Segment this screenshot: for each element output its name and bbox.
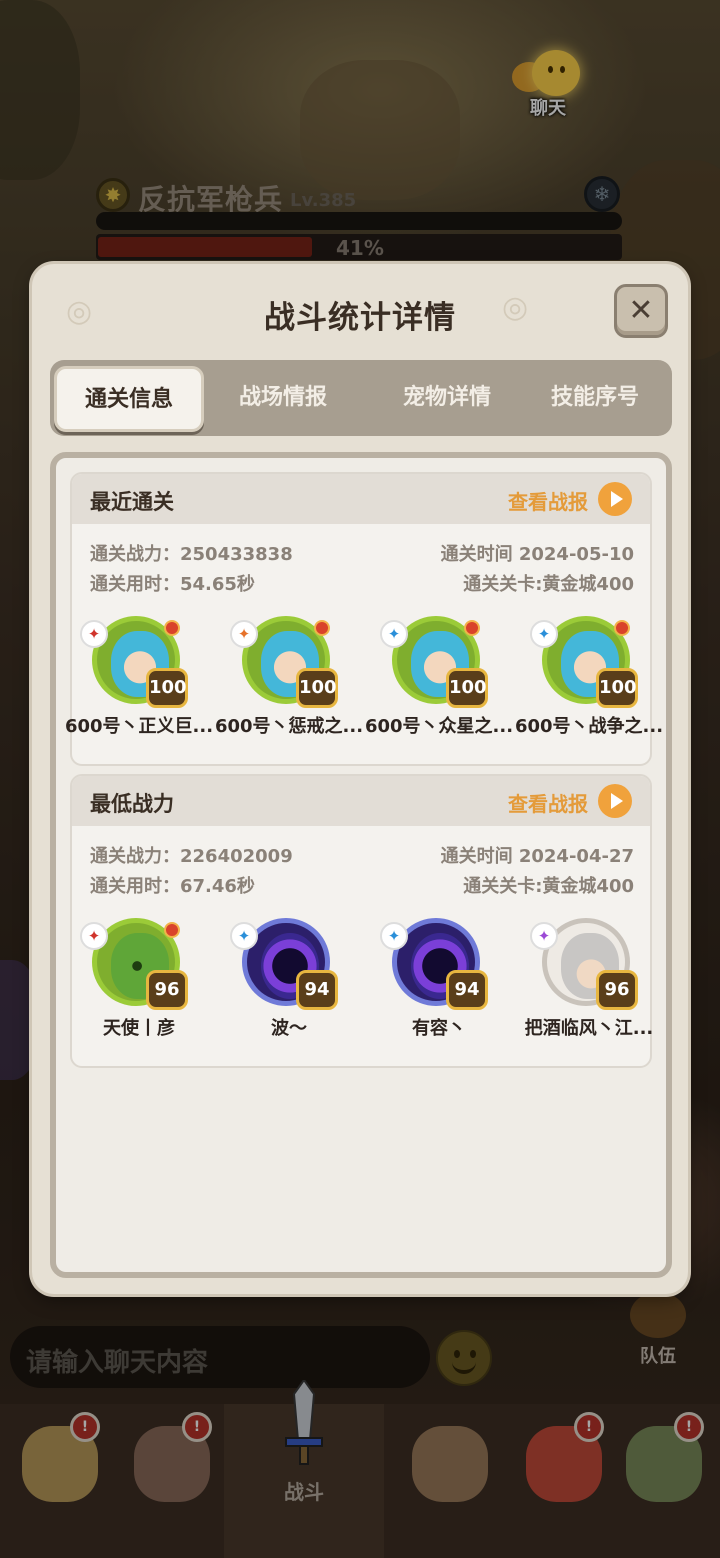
hero-slot[interactable]: ✦ 94 波～ bbox=[214, 918, 364, 1048]
hero-name: 600号丶正义巨... bbox=[64, 716, 214, 737]
hero-level: 100 bbox=[596, 668, 638, 708]
hero-level: 100 bbox=[146, 668, 188, 708]
play-arrow-icon[interactable] bbox=[598, 482, 632, 516]
tab-content-panel: 最近通关 查看战报 通关战力：250433838 通关时间 2024-05-10… bbox=[50, 452, 672, 1278]
card-title: 最近通关 bbox=[90, 490, 174, 514]
clear-duration: 通关用时：54.65秒 bbox=[90, 574, 255, 595]
close-button[interactable]: ✕ bbox=[614, 284, 668, 338]
element-icon: ✦ bbox=[530, 620, 558, 648]
hero-name: 波～ bbox=[271, 1018, 307, 1039]
element-icon: ✦ bbox=[380, 620, 408, 648]
element-icon: ✦ bbox=[530, 922, 558, 950]
hero-slot[interactable]: ✦ 96 天使丨彦 bbox=[64, 918, 214, 1048]
hero-level: 96 bbox=[596, 970, 638, 1010]
battle-stats-modal: ◎ ◎ 战斗统计详情 ✕ 通关信息 战场情报 宠物详情 技能序号 最近通关 查看… bbox=[32, 264, 688, 1294]
flag-icon bbox=[614, 620, 630, 636]
clear-power: 通关战力：226402009 bbox=[90, 846, 293, 867]
hero-name: 600号丶战争之... bbox=[514, 716, 664, 737]
hero-slot[interactable]: ✦ 100 600号丶众星之... bbox=[364, 616, 514, 746]
recent-clear-card: 最近通关 查看战报 通关战力：250433838 通关时间 2024-05-10… bbox=[65, 472, 663, 766]
tab-pet-details[interactable]: 宠物详情 bbox=[372, 360, 522, 436]
element-icon: ✦ bbox=[230, 922, 258, 950]
hero-list: ✦ 96 天使丨彦 ✦ 94 波～ ✦ 94 有容丶 ✦ 96 把酒临风丶江..… bbox=[64, 918, 664, 1048]
flag-icon bbox=[464, 620, 480, 636]
modal-title: 战斗统计详情 bbox=[264, 300, 456, 336]
hero-level: 96 bbox=[146, 970, 188, 1010]
element-icon: ✦ bbox=[230, 620, 258, 648]
tab-clear-info[interactable]: 通关信息 bbox=[54, 366, 204, 432]
clear-stage: 通关关卡:黄金城400 bbox=[463, 876, 634, 897]
tab-battlefield-intel[interactable]: 战场情报 bbox=[208, 360, 358, 436]
hero-level: 94 bbox=[296, 970, 338, 1010]
view-report-link[interactable]: 查看战报 bbox=[508, 486, 588, 515]
element-icon: ✦ bbox=[380, 922, 408, 950]
flag-icon bbox=[314, 620, 330, 636]
hero-slot[interactable]: ✦ 100 600号丶惩戒之... bbox=[214, 616, 364, 746]
hero-level: 94 bbox=[446, 970, 488, 1010]
hero-name: 有容丶 bbox=[412, 1018, 466, 1039]
hero-slot[interactable]: ✦ 100 600号丶战争之... bbox=[514, 616, 664, 746]
lowest-power-card: 最低战力 查看战报 通关战力：226402009 通关时间 2024-04-27… bbox=[70, 774, 653, 1068]
close-icon: ✕ bbox=[628, 293, 654, 328]
clear-time: 通关时间 2024-05-10 bbox=[440, 544, 634, 565]
element-icon: ✦ bbox=[80, 620, 108, 648]
clear-power: 通关战力：250433838 bbox=[90, 544, 293, 565]
tab-skill-order[interactable]: 技能序号 bbox=[520, 360, 670, 436]
tab-bar: 通关信息 战场情报 宠物详情 技能序号 bbox=[50, 360, 672, 436]
hero-level: 100 bbox=[446, 668, 488, 708]
play-arrow-icon[interactable] bbox=[598, 784, 632, 818]
clear-duration: 通关用时：67.46秒 bbox=[90, 876, 255, 897]
hero-name: 天使丨彦 bbox=[103, 1018, 175, 1039]
view-report-link[interactable]: 查看战报 bbox=[508, 788, 588, 817]
hero-level: 100 bbox=[296, 668, 338, 708]
element-icon: ✦ bbox=[80, 922, 108, 950]
clear-stage: 通关关卡:黄金城400 bbox=[463, 574, 634, 595]
hero-name: 把酒临风丶江... bbox=[524, 1018, 654, 1039]
card-title: 最低战力 bbox=[90, 792, 174, 816]
hero-slot[interactable]: ✦ 94 有容丶 bbox=[364, 918, 514, 1048]
flag-icon bbox=[164, 922, 180, 938]
hero-name: 600号丶惩戒之... bbox=[214, 716, 364, 737]
clear-time: 通关时间 2024-04-27 bbox=[440, 846, 634, 867]
hero-list: ✦ 100 600号丶正义巨... ✦ 100 600号丶惩戒之... ✦ 10… bbox=[64, 616, 664, 746]
hero-name: 600号丶众星之... bbox=[364, 716, 514, 737]
hero-slot[interactable]: ✦ 96 把酒临风丶江... bbox=[514, 918, 664, 1048]
flag-icon bbox=[164, 620, 180, 636]
hero-slot[interactable]: ✦ 100 600号丶正义巨... bbox=[64, 616, 214, 746]
